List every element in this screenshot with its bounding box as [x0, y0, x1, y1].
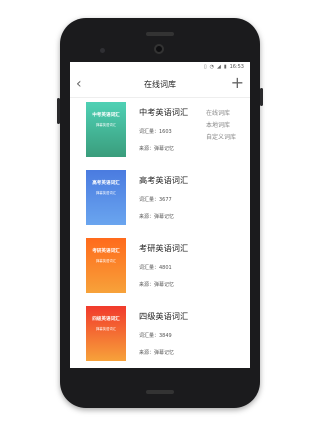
status-bar: ▯ ◔ ◢ ▮ 16:53 [70, 62, 250, 72]
book-source: 来源：弹幕记忆 [139, 282, 175, 288]
book-source: 来源：弹幕记忆 [139, 350, 175, 356]
book-source: 来源：弹幕记忆 [139, 146, 175, 152]
book-name: 考研英语词汇 [139, 243, 189, 253]
book-item[interactable]: 四级英语词汇 弹幕英语词汇 四级英语词汇 词汇量：3849 来源：弹幕记忆 [70, 306, 250, 368]
book-cover: 考研英语词汇 弹幕英语词汇 [86, 238, 126, 293]
stage: ▯ ◔ ◢ ▮ 16:53 ‹ 在线词库 + 中考英语词汇 弹幕英语词汇 中考英语词… [0, 0, 320, 426]
book-cover: 四级英语词汇 弹幕英语词汇 [86, 306, 126, 361]
book-source: 来源：弹幕记忆 [139, 214, 175, 220]
add-button[interactable]: + [231, 74, 244, 92]
word-count: 词汇量：1603 [139, 129, 172, 135]
page-title: 在线词库 [144, 80, 176, 89]
book-name: 高考英语词汇 [139, 175, 189, 185]
vibrate-icon: ▯ [203, 64, 207, 70]
menu-item-local[interactable]: 本地词库 [206, 120, 250, 132]
menu-item-online[interactable]: 在线词库 [206, 108, 250, 120]
volume-button [57, 98, 60, 124]
phone-frame: ▯ ◔ ◢ ▮ 16:53 ‹ 在线词库 + 中考英语词汇 弹幕英语词汇 中考英语词… [57, 18, 263, 408]
book-name: 中考英语词汇 [139, 107, 189, 117]
word-count: 词汇量：3849 [139, 333, 172, 339]
cover-subtitle: 弹幕英语词汇 [95, 123, 117, 127]
front-camera [154, 44, 164, 54]
book-cover: 中考英语词汇 弹幕英语词汇 [86, 102, 126, 157]
cover-title: 高考英语词汇 [92, 181, 120, 186]
wifi-icon: ◔ [209, 64, 214, 70]
cover-title: 考研英语词汇 [92, 249, 120, 254]
power-button [260, 88, 263, 106]
cover-subtitle: 弹幕英语词汇 [95, 327, 117, 331]
battery-icon: ▮ [223, 64, 227, 70]
top-bar: ‹ 在线词库 + [70, 72, 250, 98]
book-item[interactable]: 高考英语词汇 弹幕英语词汇 高考英语词汇 词汇量：3677 来源：弹幕记忆 [70, 170, 250, 238]
book-item[interactable]: 考研英语词汇 弹幕英语词汇 考研英语词汇 词汇量：4801 来源：弹幕记忆 [70, 238, 250, 306]
dropdown-menu: 在线词库 本地词库 自定义词库 [198, 104, 250, 148]
book-cover: 高考英语词汇 弹幕英语词汇 [86, 170, 126, 225]
cover-subtitle: 弹幕英语词汇 [95, 259, 117, 263]
book-info: 四级英语词汇词汇量：3849 来源：弹幕记忆 [139, 306, 188, 356]
book-name: 四级英语词汇 [139, 311, 189, 321]
book-info: 高考英语词汇词汇量：3677 来源：弹幕记忆 [139, 170, 188, 220]
cover-title: 四级英语词汇 [92, 317, 120, 322]
cover-title: 中考英语词汇 [92, 113, 120, 118]
app-screen: ▯ ◔ ◢ ▮ 16:53 ‹ 在线词库 + 中考英语词汇 弹幕英语词汇 中考英语词… [70, 62, 250, 368]
cover-subtitle: 弹幕英语词汇 [95, 191, 117, 195]
word-count: 词汇量：3677 [139, 197, 172, 203]
status-time: 16:53 [229, 64, 244, 70]
book-info: 考研英语词汇词汇量：4801 来源：弹幕记忆 [139, 238, 188, 288]
proximity-sensor [100, 48, 105, 53]
top-speaker [146, 32, 174, 36]
bottom-speaker [146, 390, 174, 394]
back-button[interactable]: ‹ [76, 76, 82, 92]
signal-icon: ◢ [216, 64, 221, 70]
menu-item-custom[interactable]: 自定义词库 [206, 132, 250, 144]
word-count: 词汇量：4801 [139, 265, 172, 271]
book-info: 中考英语词汇词汇量：1603 来源：弹幕记忆 [139, 102, 188, 152]
